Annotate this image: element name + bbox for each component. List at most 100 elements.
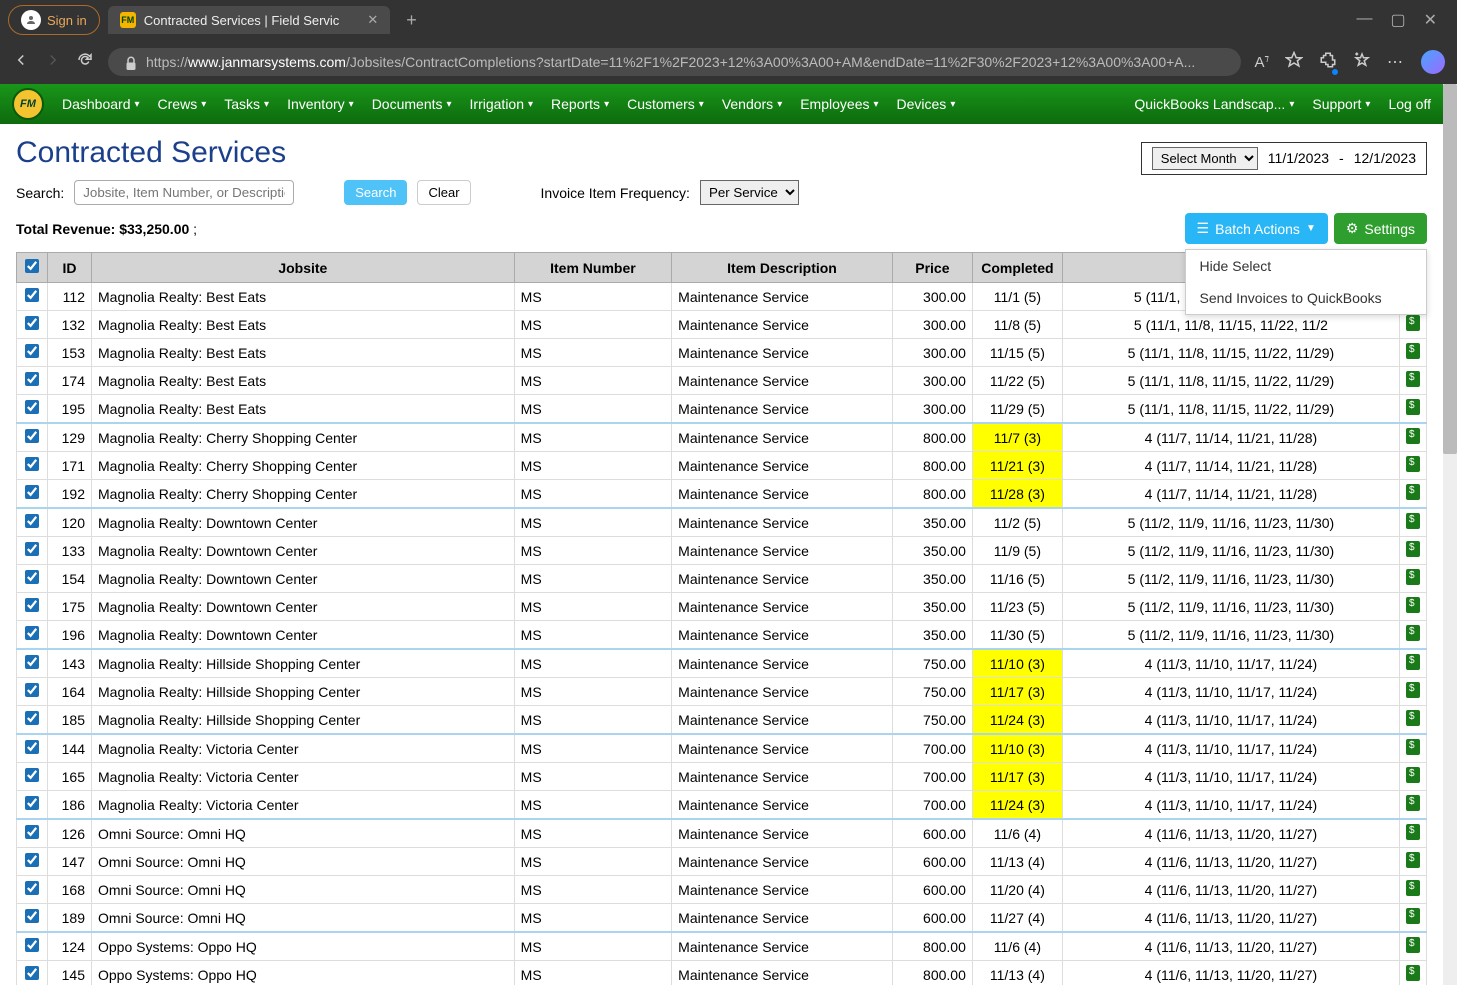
nav-item-devices[interactable]: Devices▾	[897, 96, 956, 112]
invoice-icon[interactable]	[1406, 908, 1420, 924]
star-icon[interactable]	[1285, 51, 1303, 74]
nav-item-crews[interactable]: Crews▾	[158, 96, 207, 112]
invoice-icon[interactable]	[1406, 852, 1420, 868]
row-checkbox[interactable]	[25, 400, 39, 414]
row-checkbox[interactable]	[25, 316, 39, 330]
row-checkbox[interactable]	[25, 457, 39, 471]
cell-item-description: Maintenance Service	[672, 423, 893, 452]
month-select[interactable]: Select Month	[1152, 147, 1258, 170]
clear-button[interactable]: Clear	[417, 180, 470, 205]
row-checkbox[interactable]	[25, 570, 39, 584]
nav-item-employees[interactable]: Employees▾	[800, 96, 878, 112]
invoice-icon[interactable]	[1406, 824, 1420, 840]
row-checkbox[interactable]	[25, 825, 39, 839]
nav-item-reports[interactable]: Reports▾	[551, 96, 609, 112]
row-checkbox[interactable]	[25, 740, 39, 754]
nav-item-inventory[interactable]: Inventory▾	[287, 96, 354, 112]
row-checkbox[interactable]	[25, 711, 39, 725]
row-checkbox[interactable]	[25, 853, 39, 867]
row-checkbox[interactable]	[25, 429, 39, 443]
row-checkbox[interactable]	[25, 288, 39, 302]
scrollbar[interactable]	[1443, 84, 1457, 985]
sign-in-button[interactable]: Sign in	[8, 5, 100, 35]
search-button[interactable]: Search	[344, 180, 407, 205]
browser-tab[interactable]: FM Contracted Services | Field Servic ✕	[108, 6, 390, 34]
cell-item-number: MS	[514, 339, 672, 367]
invoice-icon[interactable]	[1406, 456, 1420, 472]
invoice-icon[interactable]	[1406, 315, 1420, 331]
close-window-icon[interactable]: ✕	[1424, 10, 1437, 30]
invoice-icon[interactable]	[1406, 880, 1420, 896]
row-checkbox[interactable]	[25, 626, 39, 640]
nav-item-vendors[interactable]: Vendors▾	[722, 96, 782, 112]
invoice-icon[interactable]	[1406, 795, 1420, 811]
row-checkbox[interactable]	[25, 485, 39, 499]
invoice-icon[interactable]	[1406, 513, 1420, 529]
row-checkbox[interactable]	[25, 881, 39, 895]
invoice-icon[interactable]	[1406, 484, 1420, 500]
nav-item-irrigation[interactable]: Irrigation▾	[470, 96, 534, 112]
back-icon[interactable]	[12, 51, 30, 74]
nav-item-tasks[interactable]: Tasks▾	[224, 96, 269, 112]
maximize-icon[interactable]: ▢	[1390, 10, 1405, 30]
row-checkbox[interactable]	[25, 796, 39, 810]
invoice-icon[interactable]	[1406, 937, 1420, 953]
invoice-icon[interactable]	[1406, 541, 1420, 557]
nav-item-customers[interactable]: Customers▾	[627, 96, 704, 112]
reader-icon[interactable]: A⁊	[1255, 53, 1270, 71]
nav-item-right-0[interactable]: QuickBooks Landscap...▾	[1134, 96, 1294, 112]
invoice-icon[interactable]	[1406, 343, 1420, 359]
row-checkbox[interactable]	[25, 938, 39, 952]
brand-logo-icon[interactable]: FM	[12, 88, 44, 120]
row-checkbox[interactable]	[25, 598, 39, 612]
row-checkbox[interactable]	[25, 542, 39, 556]
favorites-icon[interactable]	[1353, 51, 1371, 74]
invoice-icon[interactable]	[1406, 682, 1420, 698]
invoice-icon[interactable]	[1406, 625, 1420, 641]
column-header[interactable]: Item Description	[672, 253, 893, 283]
invoice-icon[interactable]	[1406, 710, 1420, 726]
address-bar[interactable]: https://www.janmarsystems.com/Jobsites/C…	[108, 48, 1241, 76]
row-checkbox[interactable]	[25, 683, 39, 697]
row-checkbox[interactable]	[25, 344, 39, 358]
settings-button[interactable]: ⚙ Settings	[1334, 213, 1427, 244]
column-header[interactable]: Price	[892, 253, 972, 283]
invoice-icon[interactable]	[1406, 965, 1420, 981]
nav-item-dashboard[interactable]: Dashboard▾	[62, 96, 140, 112]
column-header[interactable]	[17, 253, 48, 283]
invoice-icon[interactable]	[1406, 428, 1420, 444]
invoice-icon[interactable]	[1406, 767, 1420, 783]
row-checkbox[interactable]	[25, 514, 39, 528]
close-tab-icon[interactable]: ✕	[367, 12, 378, 28]
invoice-icon[interactable]	[1406, 399, 1420, 415]
copilot-icon[interactable]	[1421, 50, 1445, 74]
row-checkbox[interactable]	[25, 372, 39, 386]
invoice-icon[interactable]	[1406, 654, 1420, 670]
dropdown-send-invoices[interactable]: Send Invoices to QuickBooks	[1186, 282, 1426, 314]
nav-item-documents[interactable]: Documents▾	[372, 96, 452, 112]
minimize-icon[interactable]: —	[1356, 10, 1372, 30]
menu-icon[interactable]: ⋯	[1387, 52, 1405, 72]
row-checkbox[interactable]	[25, 655, 39, 669]
nav-item-right-1[interactable]: Support▾	[1312, 96, 1370, 112]
new-tab-button[interactable]: +	[398, 10, 425, 31]
invoice-icon[interactable]	[1406, 739, 1420, 755]
nav-item-right-2[interactable]: Log off	[1388, 96, 1431, 112]
row-checkbox[interactable]	[25, 909, 39, 923]
batch-actions-button[interactable]: ☰ Batch Actions ▼	[1185, 213, 1328, 244]
select-all-checkbox[interactable]	[25, 259, 39, 273]
column-header[interactable]: Jobsite	[92, 253, 515, 283]
column-header[interactable]: Item Number	[514, 253, 672, 283]
dropdown-hide-select[interactable]: Hide Select	[1186, 250, 1426, 282]
row-checkbox[interactable]	[25, 966, 39, 980]
frequency-select[interactable]: Per Service	[700, 180, 799, 205]
row-checkbox[interactable]	[25, 768, 39, 782]
invoice-icon[interactable]	[1406, 371, 1420, 387]
search-input[interactable]	[74, 180, 294, 205]
invoice-icon[interactable]	[1406, 597, 1420, 613]
invoice-icon[interactable]	[1406, 569, 1420, 585]
column-header[interactable]: Completed	[972, 253, 1062, 283]
column-header[interactable]: ID	[48, 253, 92, 283]
extensions-icon[interactable]	[1319, 51, 1337, 74]
refresh-icon[interactable]	[76, 51, 94, 74]
